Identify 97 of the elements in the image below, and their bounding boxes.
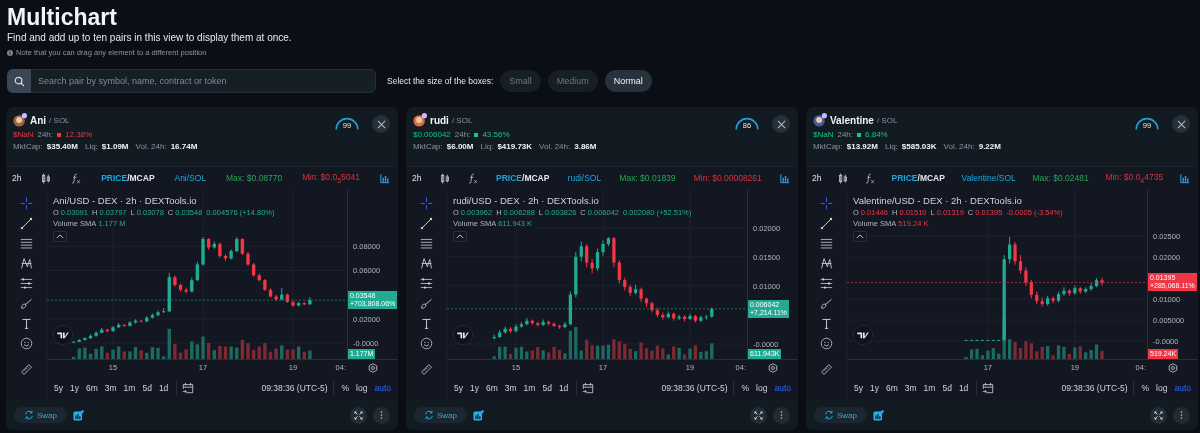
token-price: $NaN bbox=[13, 130, 34, 139]
stat-value: $1.09M bbox=[101, 142, 129, 151]
chart-title: rudi/USD - DEX · 2h · DEXTools.io bbox=[453, 195, 599, 206]
price-change: 12.38% bbox=[65, 130, 93, 139]
stat-label: Vol. 24h: bbox=[539, 142, 571, 151]
token-name: rudi bbox=[430, 114, 449, 126]
token-price: $NaN bbox=[813, 130, 834, 139]
range-button[interactable]: 5y bbox=[451, 383, 466, 393]
price-change: 6.84% bbox=[865, 130, 888, 139]
quote-symbol: / SOL bbox=[49, 115, 70, 125]
range-button[interactable]: 3m bbox=[901, 383, 920, 393]
range-button[interactable]: 3m bbox=[501, 383, 520, 393]
chart-mode-toggle[interactable]: /MCAP bbox=[127, 173, 155, 183]
size-option[interactable]: Normal bbox=[604, 70, 652, 92]
stat-label: Liq: bbox=[884, 142, 898, 151]
chart-mode-toggle[interactable]: PRICE bbox=[891, 173, 918, 183]
range-button[interactable]: 1m bbox=[520, 383, 539, 393]
token-name: Ani bbox=[30, 114, 47, 126]
scale-option[interactable]: log bbox=[1153, 383, 1171, 393]
chart-title: Valentine/USD - DEX · 2h · DEXTools.io bbox=[853, 195, 1022, 206]
range-button[interactable]: 3m bbox=[101, 383, 120, 393]
scale-option[interactable]: auto bbox=[1171, 383, 1194, 393]
range-button[interactable]: 6m bbox=[482, 383, 501, 393]
scale-option[interactable]: log bbox=[753, 383, 771, 393]
stat-label: Vol. 24h: bbox=[135, 142, 167, 151]
swap-button[interactable]: Swap bbox=[14, 407, 67, 423]
chart-title: Ani/USD - DEX · 2h · DEXTools.io bbox=[53, 195, 197, 206]
max-price: Max: $0.01839 bbox=[619, 173, 676, 183]
scale-option[interactable]: auto bbox=[771, 383, 794, 393]
min-price: Min: $0.00008261 bbox=[693, 173, 762, 183]
stat-label: Liq: bbox=[480, 142, 494, 151]
range-button[interactable]: 1d bbox=[155, 383, 172, 393]
size-option[interactable]: Small bbox=[500, 70, 541, 92]
size-option[interactable]: Medium bbox=[547, 70, 598, 92]
min-price: Min: $0.0$_{4}$4735 bbox=[1105, 171, 1164, 185]
change-label: 24h: bbox=[37, 130, 54, 139]
pair-selector[interactable]: Ani/SOL bbox=[174, 173, 207, 183]
min-price: Min: $0.0$_{5}$5041 bbox=[302, 171, 360, 185]
chart-mode-toggle[interactable]: PRICE bbox=[496, 173, 522, 183]
search-field[interactable]: Search pair by symbol, name, contract or token bbox=[31, 69, 376, 93]
stat-value: $585.03K bbox=[901, 142, 937, 151]
swap-button[interactable]: Swap bbox=[414, 407, 467, 423]
scale-option[interactable]: % bbox=[338, 383, 353, 393]
chart-mode-toggle[interactable]: /MCAP bbox=[917, 173, 945, 183]
page-subtitle: Find and add up to ten pairs in this view to display them at once. bbox=[7, 32, 293, 43]
range-button[interactable]: 6m bbox=[82, 383, 101, 393]
range-button[interactable]: 5d bbox=[139, 383, 155, 393]
scale-option[interactable]: log bbox=[353, 383, 371, 393]
scale-option[interactable]: auto bbox=[371, 383, 394, 393]
interval-selector[interactable]: 2h bbox=[12, 173, 22, 183]
range-button[interactable]: 5d bbox=[939, 383, 955, 393]
change-label: 24h: bbox=[454, 130, 471, 139]
range-button[interactable]: 1d bbox=[955, 383, 972, 393]
change-label: 24h: bbox=[837, 130, 854, 139]
interval-selector[interactable]: 2h bbox=[812, 173, 822, 183]
chart-mode-toggle[interactable]: /MCAP bbox=[522, 173, 550, 183]
stat-label: Vol. 24h: bbox=[943, 142, 975, 151]
quote-symbol: / SOL bbox=[451, 115, 473, 125]
price-change: 43.56% bbox=[482, 130, 510, 139]
page-title: Multichart bbox=[7, 4, 118, 30]
stat-value: $35.40M bbox=[46, 142, 78, 151]
quote-symbol: / SOL bbox=[876, 115, 898, 125]
clock-time: 09:38:36 (UTC-5) bbox=[261, 383, 328, 393]
stat-label: MktCap: bbox=[813, 142, 843, 151]
range-button[interactable]: 1d bbox=[555, 383, 572, 393]
stat-value: $13.92M bbox=[846, 142, 878, 151]
clock-time: 09:38:36 (UTC-5) bbox=[1061, 383, 1128, 393]
stat-value: 3.86M bbox=[574, 142, 597, 151]
range-button[interactable]: 5y bbox=[51, 383, 66, 393]
range-button[interactable]: 1y bbox=[467, 383, 482, 393]
range-button[interactable]: 1m bbox=[120, 383, 139, 393]
stat-value: $419.73K bbox=[497, 142, 533, 151]
size-label: Select the size of the boxes: bbox=[387, 76, 494, 86]
stat-value: 16.74M bbox=[170, 142, 198, 151]
range-button[interactable]: 1y bbox=[67, 383, 82, 393]
stat-value: $6.00M bbox=[446, 142, 474, 151]
chart-mode-toggle[interactable]: PRICE bbox=[101, 173, 128, 183]
stat-value: 9.22M bbox=[978, 142, 1001, 151]
pair-selector[interactable]: rudi/SOL bbox=[567, 173, 602, 183]
token-price: $0.006042 bbox=[413, 130, 451, 139]
range-button[interactable]: 1y bbox=[867, 383, 882, 393]
scale-option[interactable]: % bbox=[1138, 383, 1153, 393]
token-name: Valentine bbox=[830, 114, 874, 126]
range-button[interactable]: 1m bbox=[920, 383, 939, 393]
interval-selector[interactable]: 2h bbox=[412, 173, 422, 183]
range-button[interactable]: 5y bbox=[851, 383, 866, 393]
swap-button[interactable]: Swap bbox=[814, 407, 867, 423]
scale-option[interactable]: % bbox=[738, 383, 753, 393]
max-price: Max: $0.08770 bbox=[226, 173, 283, 183]
max-price: Max: $0.02481 bbox=[1032, 173, 1089, 183]
stat-label: Liq: bbox=[84, 142, 98, 151]
stat-label: MktCap: bbox=[413, 142, 443, 151]
clock-time: 09:38:36 (UTC-5) bbox=[661, 383, 728, 393]
pair-selector[interactable]: Valentine/SOL bbox=[961, 173, 1016, 183]
stat-label: MktCap: bbox=[13, 142, 43, 151]
range-button[interactable]: 6m bbox=[882, 383, 901, 393]
range-button[interactable]: 5d bbox=[539, 383, 555, 393]
